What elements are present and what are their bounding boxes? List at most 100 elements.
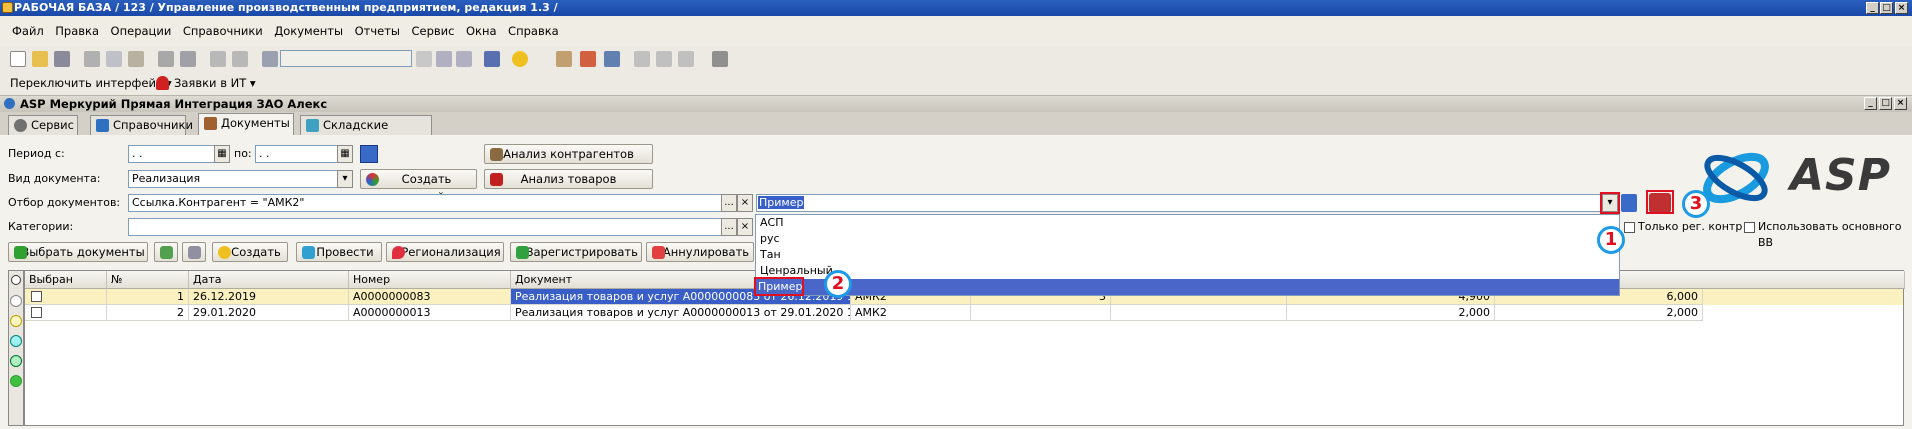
dropdown-item[interactable]: рус xyxy=(758,231,958,247)
row-checkbox[interactable] xyxy=(31,291,42,302)
tab-service[interactable]: Сервис xyxy=(8,115,78,135)
cut-icon[interactable] xyxy=(84,51,100,67)
find-icon[interactable] xyxy=(262,51,278,67)
categories-select-button[interactable]: ... xyxy=(721,218,737,236)
new-icon[interactable] xyxy=(10,51,26,67)
tab-warehouse[interactable]: Складские записи xyxy=(300,115,432,150)
paste-icon[interactable] xyxy=(128,51,144,67)
selected-cell[interactable] xyxy=(25,305,107,321)
close-button[interactable]: × xyxy=(1895,2,1908,14)
dropdown-item[interactable]: АСП xyxy=(758,215,958,231)
tools-icon[interactable] xyxy=(712,51,728,67)
menu-help[interactable]: Справка xyxy=(508,16,559,46)
form-icon xyxy=(4,98,15,109)
regionalize-button[interactable]: Регионализация xyxy=(386,242,504,262)
clear-search-icon[interactable] xyxy=(416,51,432,67)
select-documents-button[interactable]: Выбрать документы xyxy=(8,242,148,262)
setting-select[interactable]: Пример xyxy=(756,194,1602,212)
calendar-icon[interactable]: ▦ xyxy=(214,145,230,163)
annul-button[interactable]: Аннулировать xyxy=(646,242,754,262)
switch-interface-button[interactable]: Переключить интерфейс ▾ xyxy=(10,76,172,90)
period-from-label: Период с: xyxy=(8,147,65,160)
calendar-icon[interactable]: ▦ xyxy=(337,145,353,163)
date-cell: 29.01.2020 xyxy=(189,305,349,321)
find-next-icon[interactable] xyxy=(436,51,452,67)
tab-documents[interactable]: Документы xyxy=(198,113,294,135)
dropdown-item[interactable]: Тан xyxy=(758,247,958,263)
row-indicator-column xyxy=(8,270,24,426)
sub-minimize-button[interactable]: _ xyxy=(1864,97,1877,110)
callout-1: 1 xyxy=(1597,226,1625,254)
col-selected[interactable]: Выбран xyxy=(25,271,107,289)
m-minus-icon[interactable] xyxy=(678,51,694,67)
chevron-down-icon: ▾ xyxy=(249,76,256,90)
search-input[interactable] xyxy=(280,50,412,67)
selected-cell[interactable] xyxy=(25,289,107,305)
highlight-box xyxy=(1600,192,1620,214)
redo-icon[interactable] xyxy=(232,51,248,67)
create-summary-button[interactable]: Создать сводный xyxy=(360,169,477,204)
categories-input[interactable] xyxy=(128,218,723,236)
print-icon[interactable] xyxy=(158,51,174,67)
sub-maximize-button[interactable]: □ xyxy=(1879,97,1892,110)
row-checkbox[interactable] xyxy=(31,307,42,318)
menu-edit[interactable]: Правка xyxy=(55,16,99,46)
period-to-input[interactable]: . . xyxy=(255,145,339,163)
col-num[interactable]: № xyxy=(107,271,189,289)
analyze-contractors-button[interactable]: Анализ контрагентов xyxy=(484,144,653,164)
filter-select-button[interactable]: ... xyxy=(721,194,737,212)
copy-icon[interactable] xyxy=(106,51,122,67)
users-icon[interactable] xyxy=(604,51,620,67)
col-date[interactable]: Дата xyxy=(189,271,349,289)
filter-clear-button[interactable]: × xyxy=(737,194,753,212)
filter-input[interactable]: Ссылка.Контрагент = "АМК2" xyxy=(128,194,723,212)
subwindow-titlebar: ASP Меркурий Прямая Интеграция ЗАО Алекс… xyxy=(0,96,1912,112)
analyze-goods-button[interactable]: Анализ товаров xyxy=(484,169,653,189)
only-reg-checkbox[interactable] xyxy=(1624,222,1635,233)
chevron-down-icon[interactable]: ▾ xyxy=(337,170,353,188)
check-icon xyxy=(14,246,27,259)
preview-icon[interactable] xyxy=(180,51,196,67)
post-button[interactable]: Провести xyxy=(296,242,382,262)
radio-icon[interactable] xyxy=(11,275,21,285)
m-plus-icon[interactable] xyxy=(656,51,672,67)
register-button[interactable]: Зарегистрировать xyxy=(510,242,642,262)
menu-file[interactable]: Файл xyxy=(12,16,44,46)
period-from-input[interactable]: . . xyxy=(128,145,216,163)
calendar-icon[interactable] xyxy=(580,51,596,67)
sub-close-button[interactable]: × xyxy=(1894,97,1907,110)
menu-reports[interactable]: Отчеты xyxy=(355,16,400,46)
calculator-icon[interactable] xyxy=(556,51,572,67)
use-main-checkbox[interactable] xyxy=(1744,222,1755,233)
menu-catalogs[interactable]: Справочники xyxy=(183,16,263,46)
menu-service[interactable]: Сервис xyxy=(411,16,454,46)
document-cell[interactable]: Реализация товаров и услуг А0000000013 о… xyxy=(511,305,851,321)
counterparty-cell: АМК2 xyxy=(851,305,971,321)
open-icon[interactable] xyxy=(32,51,48,67)
find-prev-icon[interactable] xyxy=(456,51,472,67)
button-label: Анализ товаров xyxy=(520,172,617,186)
period-select-icon[interactable] xyxy=(360,145,378,163)
window-titlebar: РАБОЧАЯ БАЗА / 123 / Управление производ… xyxy=(0,0,1912,16)
tab-catalogs[interactable]: Справочники xyxy=(90,115,193,135)
categories-clear-button[interactable]: × xyxy=(737,218,753,236)
tab-label: Сервис xyxy=(31,118,74,132)
save-icon[interactable] xyxy=(54,51,70,67)
menu-operations[interactable]: Операции xyxy=(111,16,172,46)
maximize-button[interactable]: □ xyxy=(1880,2,1893,14)
it-requests-button[interactable]: Заявки в ИТ ▾ xyxy=(174,76,256,90)
m-icon[interactable] xyxy=(634,51,650,67)
create-button[interactable]: Создать xyxy=(212,242,288,262)
windows-icon[interactable] xyxy=(484,51,500,67)
dropdown-item-selected[interactable]: Пример xyxy=(756,279,1619,295)
minimize-button[interactable]: _ xyxy=(1866,2,1879,14)
copy-button[interactable] xyxy=(182,242,206,262)
menu-documents[interactable]: Документы xyxy=(274,16,343,46)
info-icon[interactable] xyxy=(512,51,528,67)
doc-type-select[interactable]: Реализация xyxy=(128,170,339,188)
menu-windows[interactable]: Окна xyxy=(466,16,497,46)
undo-icon[interactable] xyxy=(210,51,226,67)
col-number[interactable]: Номер xyxy=(349,271,511,289)
mark-all-button[interactable] xyxy=(154,242,178,262)
save-settings-icon[interactable] xyxy=(1621,194,1637,212)
